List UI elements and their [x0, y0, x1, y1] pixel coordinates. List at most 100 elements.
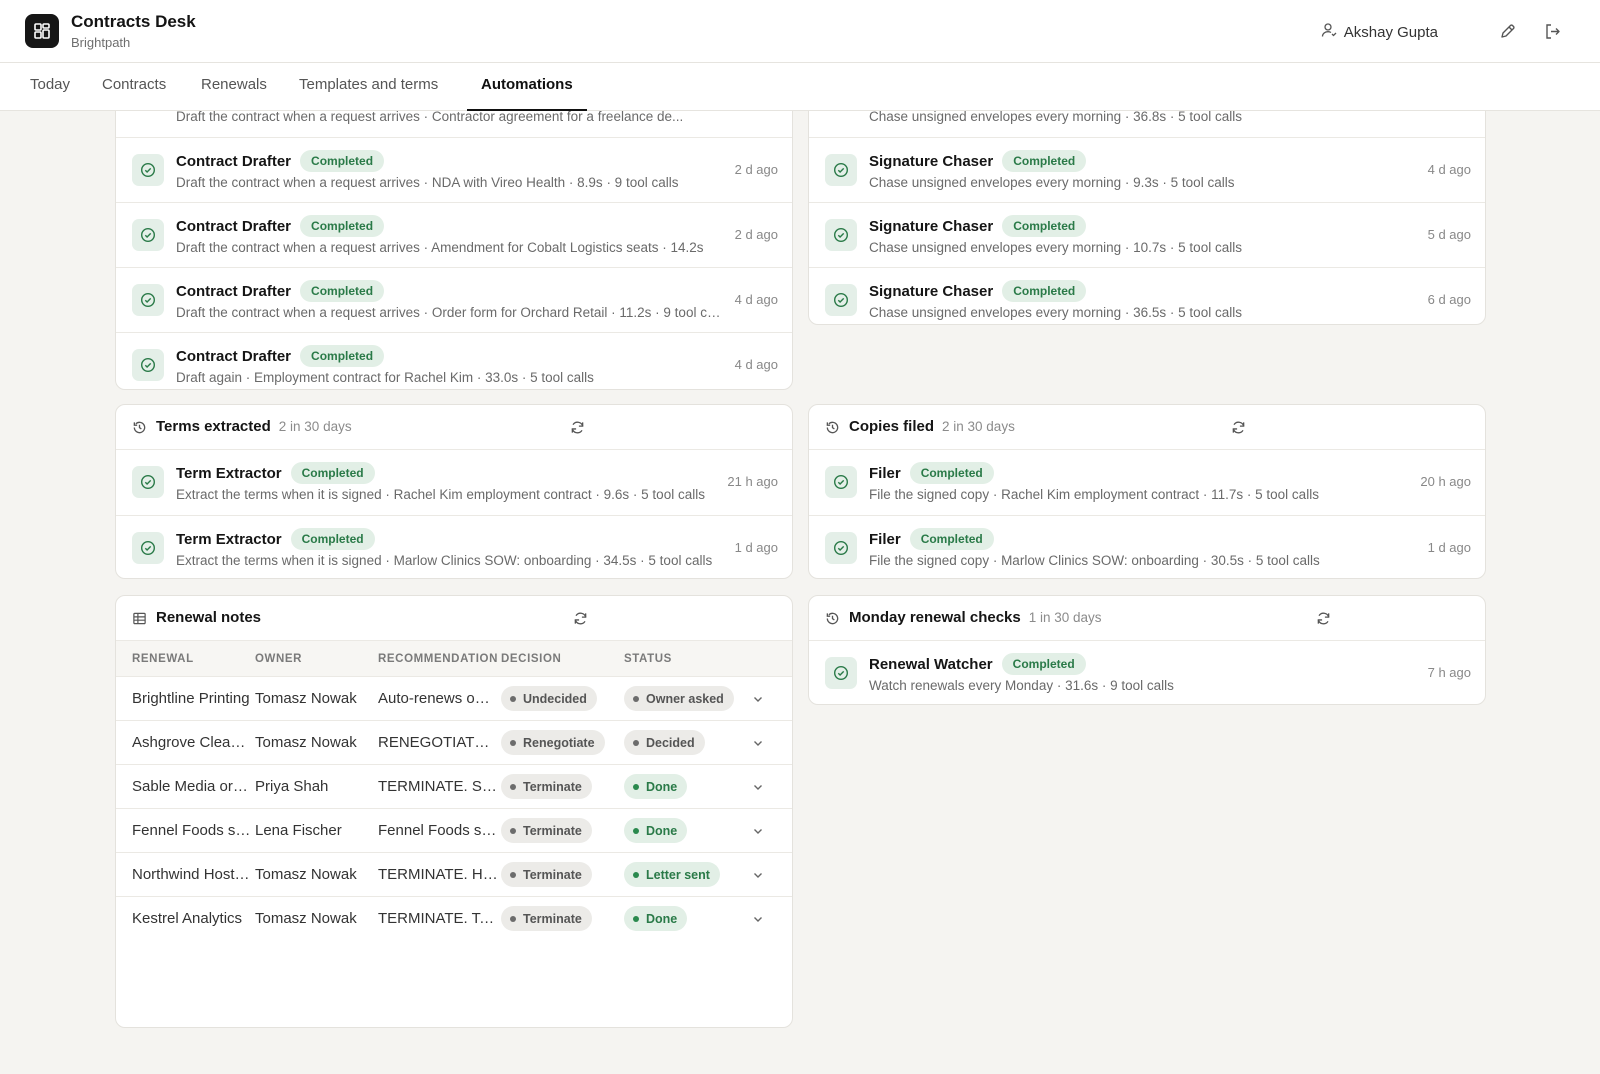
cell-owner: Tomasz Nowak	[255, 734, 357, 751]
run-count: 2 in 30 days	[942, 419, 1015, 434]
list-item[interactable]: Signature Chaser Completed Chase unsigned…	[809, 267, 1485, 324]
refresh-icon[interactable]	[1314, 609, 1332, 627]
run-time: 6 d ago	[1427, 292, 1471, 307]
card-title: Terms extracted 2 in 30 days	[156, 418, 352, 435]
automation-name: Contract Drafter	[176, 152, 292, 170]
copies-filed-card: Copies filed 2 in 30 days Filer Completed …	[808, 404, 1486, 579]
status-dot	[510, 695, 516, 702]
column-header-owner[interactable]: OWNER	[255, 653, 302, 665]
automation-name: Contract Drafter	[176, 217, 292, 235]
run-title: Term Extractor Completed	[176, 528, 375, 550]
cell-recommendation: Auto-renews on schedule	[378, 690, 498, 707]
list-item[interactable]: Term Extractor Completed Extract the term…	[116, 450, 792, 515]
status-dot	[510, 915, 516, 922]
run-time: 7 h ago	[1427, 665, 1471, 680]
list-item[interactable]: Contract Drafter Completed Draft the cont…	[116, 267, 792, 332]
column-header-renewal[interactable]: RENEWAL	[132, 653, 194, 665]
table-row[interactable]: Northwind Hosting Tomasz Nowak TERMINATE…	[116, 853, 792, 897]
list-item[interactable]: Filer Completed File the signed copy · Ma…	[809, 515, 1485, 578]
card-header: Terms extracted 2 in 30 days	[116, 405, 792, 450]
automation-name: Signature Chaser	[869, 152, 994, 170]
workspace-name: Brightpath	[71, 35, 131, 50]
logout-icon[interactable]	[1541, 20, 1563, 42]
status-label: Decided	[646, 735, 695, 750]
automation-name: Term Extractor	[176, 464, 282, 482]
status-badge: Completed	[290, 462, 375, 484]
run-time: 1 d ago	[1427, 540, 1471, 555]
chevron-down-icon[interactable]	[750, 735, 766, 751]
card-body: Renewal Watcher Completed Watch renewals …	[809, 641, 1485, 704]
run-title: Contract Drafter Completed	[176, 150, 385, 172]
list-item[interactable]: Filer Completed File the signed copy · Ra…	[809, 450, 1485, 515]
run-subtitle: Extract the terms when it is signed · Ra…	[176, 487, 705, 502]
chevron-down-icon[interactable]	[750, 691, 766, 707]
status-badge: Completed	[1002, 280, 1087, 302]
decision-label: Undecided	[523, 691, 587, 706]
status-badge: Owner asked	[624, 686, 734, 711]
list-item[interactable]: Signature Chaser Completed Chase unsigned…	[809, 202, 1485, 267]
card-body: Term Extractor Completed Extract the term…	[116, 450, 792, 578]
refresh-icon[interactable]	[571, 609, 589, 627]
chevron-down-icon[interactable]	[750, 823, 766, 839]
tab-today[interactable]: Today	[30, 63, 70, 111]
list-item[interactable]: Draft the contract when a request arrive…	[116, 111, 792, 137]
status-badge: Done	[624, 906, 688, 931]
list-item[interactable]: Chase unsigned envelopes every morning ·…	[809, 111, 1485, 137]
table-row[interactable]: Sable Media order Priya Shah TERMINATE. …	[116, 765, 792, 809]
chevron-down-icon[interactable]	[750, 779, 766, 795]
decision-badge: Undecided	[501, 686, 597, 711]
user-menu[interactable]: Akshay Gupta	[1321, 22, 1438, 42]
pencil-icon[interactable]	[1496, 20, 1518, 42]
card-header: Monday renewal checks 1 in 30 days	[809, 596, 1485, 641]
run-title: Signature Chaser Completed	[869, 280, 1087, 302]
run-subtitle: Draft again · Employment contract for Ra…	[176, 370, 594, 385]
status-label: Done	[646, 823, 678, 838]
column-header-recommendation[interactable]: RECOMMENDATION	[378, 653, 498, 665]
list-item[interactable]: Term Extractor Completed Extract the term…	[116, 515, 792, 578]
table-row[interactable]: Kestrel Analytics Tomasz Nowak TERMINATE…	[116, 897, 792, 941]
refresh-icon[interactable]	[1229, 418, 1247, 436]
column-header-status[interactable]: STATUS	[624, 653, 672, 665]
dashboard-grid-icon[interactable]	[25, 14, 59, 48]
status-badge: Completed	[300, 215, 385, 237]
list-item[interactable]: Renewal Watcher Completed Watch renewals …	[809, 641, 1485, 704]
run-title: Filer Completed	[869, 462, 994, 484]
list-item[interactable]: Contract Drafter Completed Draft again · …	[116, 332, 792, 389]
cell-renewal: Northwind Hosting	[132, 866, 252, 883]
run-title: Signature Chaser Completed	[869, 215, 1087, 237]
user-name: Akshay Gupta	[1343, 23, 1438, 41]
table-row[interactable]: Fennel Foods supply Lena Fischer Fennel …	[116, 809, 792, 853]
tab-automations[interactable]: Automations	[467, 63, 587, 111]
automation-name: Renewal Watcher	[869, 655, 993, 673]
run-subtitle: Draft the contract when a request arrive…	[176, 240, 704, 255]
cell-recommendation: TERMINATE. Spend unused	[378, 778, 498, 795]
status-badge: Completed	[909, 528, 994, 550]
automation-name: Filer	[869, 464, 901, 482]
check-circle-icon	[132, 466, 164, 498]
chevron-down-icon[interactable]	[750, 867, 766, 883]
list-item[interactable]: Contract Drafter Completed Draft the cont…	[116, 202, 792, 267]
list-item[interactable]: Contract Drafter Completed Draft the cont…	[116, 137, 792, 202]
refresh-icon[interactable]	[568, 418, 586, 436]
tab-templates-and-terms[interactable]: Templates and terms	[299, 63, 438, 111]
run-title: Filer Completed	[869, 528, 994, 550]
list-item[interactable]: Signature Chaser Completed Chase unsigned…	[809, 137, 1485, 202]
cell-owner: Tomasz Nowak	[255, 866, 357, 883]
check-circle-icon	[132, 532, 164, 564]
table-row[interactable]: Brightline Printing Tomasz Nowak Auto-re…	[116, 677, 792, 721]
card-title-text: Copies filed	[849, 418, 935, 435]
check-circle-icon	[132, 219, 164, 251]
tab-renewals[interactable]: Renewals	[201, 63, 267, 111]
column-header-decision[interactable]: DECISION	[501, 653, 561, 665]
drafted-card: Draft the contract when a request arrive…	[115, 111, 793, 390]
table-row[interactable]: Ashgrove Cleaning Tomasz Nowak RENEGOTIA…	[116, 721, 792, 765]
tab-contracts[interactable]: Contracts	[102, 63, 166, 111]
run-time: 1 d ago	[734, 540, 778, 555]
run-subtitle: Draft the contract when a request arrive…	[176, 111, 684, 124]
status-badge: Completed	[300, 280, 385, 302]
table-icon	[131, 610, 147, 626]
decision-badge: Terminate	[501, 818, 592, 843]
status-badge: Completed	[1002, 215, 1087, 237]
decision-badge: Terminate	[501, 774, 592, 799]
chevron-down-icon[interactable]	[750, 911, 766, 927]
